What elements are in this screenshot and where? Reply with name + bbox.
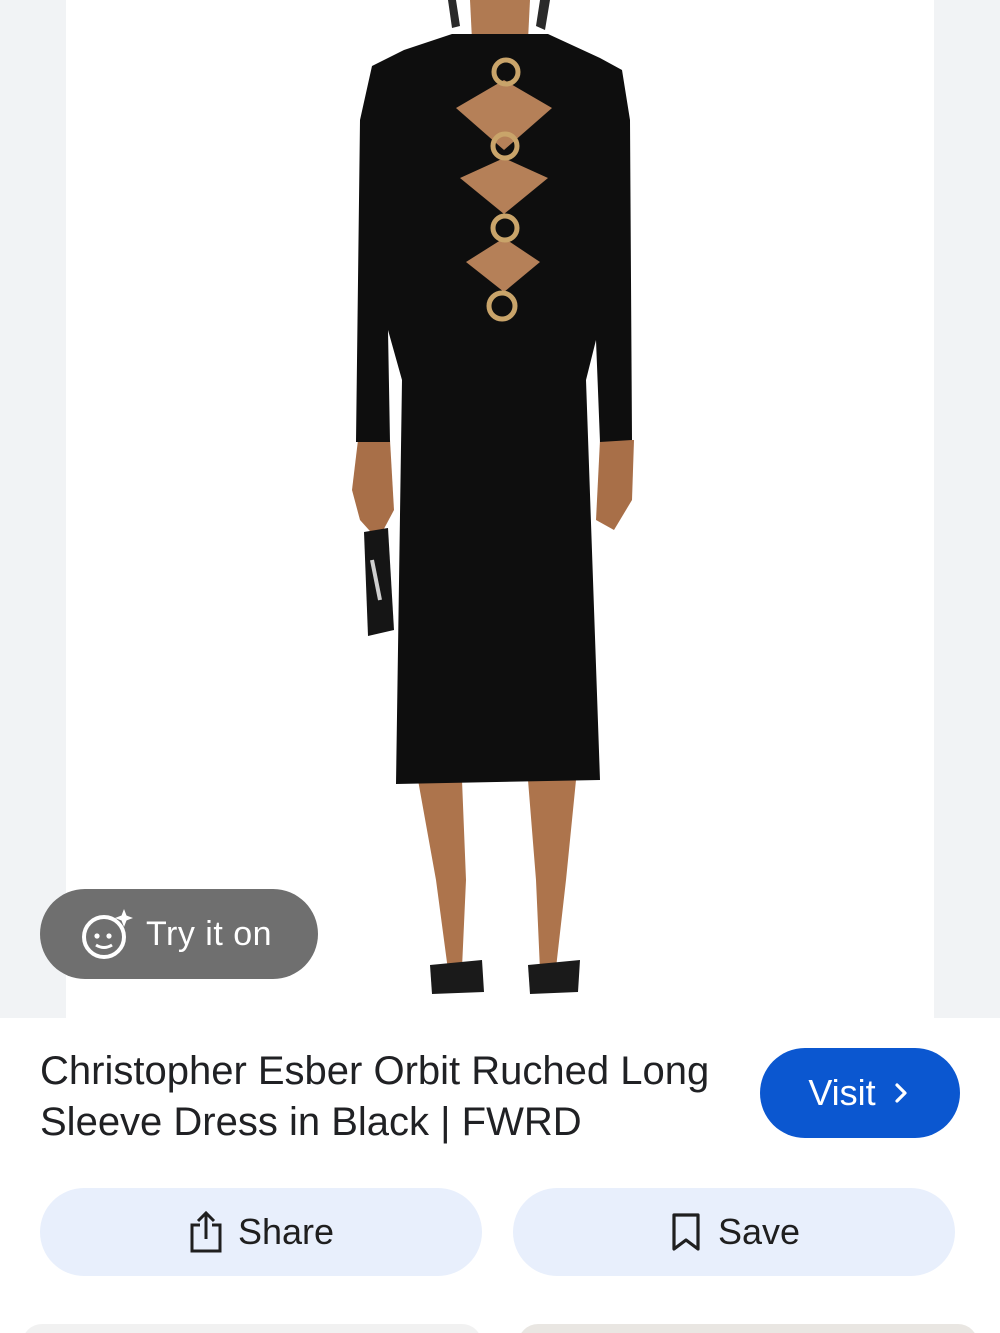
face-sparkle-icon xyxy=(82,909,133,959)
product-image-panel[interactable]: Try it on xyxy=(0,0,1000,1018)
visit-button[interactable]: Visit xyxy=(760,1048,960,1138)
share-button[interactable]: Share xyxy=(40,1188,482,1276)
bookmark-icon xyxy=(672,1213,700,1251)
product-title: Christopher Esber Orbit Ruched Long Slee… xyxy=(40,1049,710,1144)
try-it-on-button[interactable]: Try it on xyxy=(40,889,318,979)
related-result-card[interactable] xyxy=(22,1324,482,1333)
visit-label: Visit xyxy=(808,1072,876,1113)
chevron-right-icon xyxy=(895,1083,907,1103)
share-icon xyxy=(190,1211,222,1253)
product-image[interactable] xyxy=(0,0,1000,1018)
save-button[interactable]: Save xyxy=(513,1188,955,1276)
try-it-on-label: Try it on xyxy=(146,914,273,953)
share-label: Share xyxy=(237,1211,335,1252)
save-label: Save xyxy=(717,1211,801,1252)
related-result-card[interactable] xyxy=(518,1324,978,1333)
